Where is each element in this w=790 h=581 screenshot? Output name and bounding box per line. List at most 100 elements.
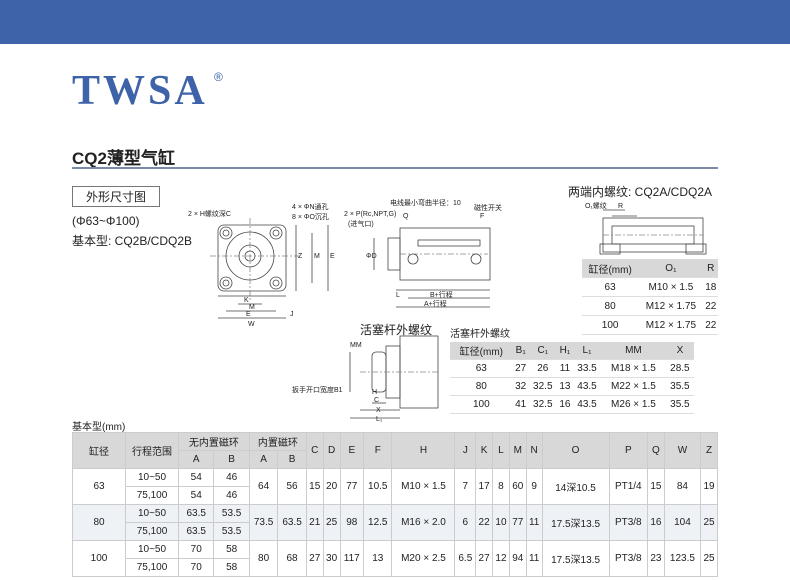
- table-cell: 56: [277, 468, 307, 505]
- table-cell: 8: [492, 468, 510, 505]
- table-cell: 33.5: [572, 359, 602, 378]
- rod-thread-table: 缸径(mm) B₁ C₁ H₁ L₁ MM X 63 27 26 11 33.5…: [450, 342, 694, 414]
- table-cell: 35.5: [665, 377, 694, 396]
- table-cell: 15: [647, 468, 665, 505]
- table-cell: 70: [177, 540, 215, 559]
- table-row: 100 10~50 70 58 80 68 27 30 117 13 M20 × 2.5 6.5 27 1…: [72, 540, 718, 577]
- table-cell: M18 × 1.5: [601, 359, 666, 378]
- table-row: 80 M12 × 1.75 22: [582, 296, 718, 316]
- table-header: L: [492, 432, 510, 469]
- table-cell: 10: [492, 504, 510, 541]
- table-cell: 53.5: [213, 522, 250, 541]
- table-cell: 22: [703, 315, 718, 335]
- table-cell: 100: [582, 315, 639, 335]
- dim-q: Q: [403, 213, 409, 220]
- table-header: B: [277, 450, 307, 469]
- table-cell: 6: [454, 504, 477, 541]
- table-cell: 20: [322, 468, 341, 505]
- table-cell: 27: [475, 540, 494, 577]
- table-cell: 43.5: [572, 395, 602, 414]
- table-row: 80 32 32.5 13 43.5 M22 × 1.5 35.5: [450, 377, 694, 396]
- table-cell: 11: [525, 540, 543, 577]
- table-header: O: [541, 432, 610, 469]
- table-cell: 63.5: [277, 504, 307, 541]
- table-header: L₁: [572, 342, 602, 360]
- table-cell: 77: [508, 504, 527, 541]
- table-cell: 123.5: [663, 540, 702, 577]
- dim-c: C: [374, 397, 379, 404]
- table-cell: 13: [363, 540, 393, 577]
- table-header: H: [391, 432, 456, 469]
- table-cell: 68: [277, 540, 307, 577]
- label-o-counter: 8 × ΦO沉孔: [292, 213, 329, 221]
- dim-d: ΦD: [366, 253, 377, 260]
- table-cell: 41: [512, 395, 529, 414]
- table-cell: 75,100: [125, 486, 179, 505]
- table-cell: 25: [700, 504, 718, 541]
- table-header: A: [248, 450, 279, 469]
- table-cell: 32: [512, 377, 529, 396]
- table-header: W: [663, 432, 702, 469]
- table-cell: 21: [305, 504, 324, 541]
- table-cell: 17: [475, 468, 494, 505]
- table-header: N: [525, 432, 543, 469]
- table-cell: 80: [582, 296, 639, 316]
- table-cell: 46: [213, 468, 250, 487]
- table-cell: 117: [339, 540, 365, 577]
- table-cell: 43.5: [572, 377, 602, 396]
- table-cell: 77: [339, 468, 365, 505]
- dim-l1: L₁: [376, 416, 383, 423]
- table-cell: 25: [700, 540, 718, 577]
- table-header: D: [322, 432, 341, 469]
- dim-z: Z: [298, 253, 303, 260]
- table-cell: PT3/8: [608, 540, 649, 577]
- table-cell: 53.5: [213, 504, 250, 523]
- label-wrench: 扳手开口宽度B1: [292, 385, 343, 394]
- table-header: F: [363, 432, 393, 469]
- table-cell: 63: [450, 359, 513, 378]
- table-cell: 58: [213, 540, 250, 559]
- label-bend-radius: 电线最小弯曲半径：10: [390, 198, 461, 207]
- table-cell: 11: [525, 504, 543, 541]
- table-cell: 94: [508, 540, 527, 577]
- table-cell: 100: [450, 395, 513, 414]
- table-cell: 23: [647, 540, 665, 577]
- table-header: X: [665, 342, 694, 360]
- table-header: 行程范围: [125, 432, 179, 469]
- table-cell: 15: [305, 468, 324, 505]
- table-cell: 64: [248, 468, 279, 505]
- label-o1-thread: O₁螺纹: [585, 201, 607, 210]
- table-cell: 100: [72, 540, 126, 577]
- table-cell: 12.5: [363, 504, 393, 541]
- table-cell: 16: [556, 395, 573, 414]
- table-cell: 63.5: [177, 504, 215, 523]
- table-cell: M26 × 1.5: [601, 395, 666, 414]
- table-header: 缸径(mm): [582, 259, 639, 278]
- table-cell: 98: [339, 504, 365, 541]
- table-cell: 12: [492, 540, 510, 577]
- table-cell: 28.5: [665, 359, 694, 378]
- table-header: A: [177, 450, 215, 469]
- table-row: 100 41 32.5 16 43.5 M26 × 1.5 35.5: [450, 395, 694, 414]
- dim-e: E: [246, 311, 251, 318]
- table-cell: 25: [322, 504, 341, 541]
- table-cell: 14深10.5: [541, 468, 610, 505]
- table-cell: 80: [450, 377, 513, 396]
- table-cell: 10~50: [125, 540, 179, 559]
- both-ends-table: 缸径(mm) O₁ R 63 M10 × 1.5 18 80 M12 × 1.7…: [582, 259, 718, 335]
- dim-w: W: [248, 321, 255, 328]
- table-cell: 63: [582, 277, 639, 297]
- table-cell: M10 × 1.5: [638, 277, 704, 297]
- table-cell: 80: [72, 504, 126, 541]
- table-cell: M10 × 1.5: [391, 468, 456, 505]
- table-cell: M16 × 2.0: [391, 504, 456, 541]
- dim-m: M: [249, 304, 255, 311]
- table-header: B: [213, 450, 250, 469]
- table-cell: 10.5: [363, 468, 393, 505]
- basic-dimension-table: 缸径 行程范围 无内置磁环 内置磁环 C D E F H J K L M N O…: [72, 432, 718, 577]
- label-switch: 磁性开关: [474, 203, 502, 212]
- table-cell: 75,100: [125, 522, 179, 541]
- dim-h: H: [372, 389, 377, 396]
- table-cell: 46: [213, 486, 250, 505]
- label-a-stroke: A+行程: [424, 299, 447, 308]
